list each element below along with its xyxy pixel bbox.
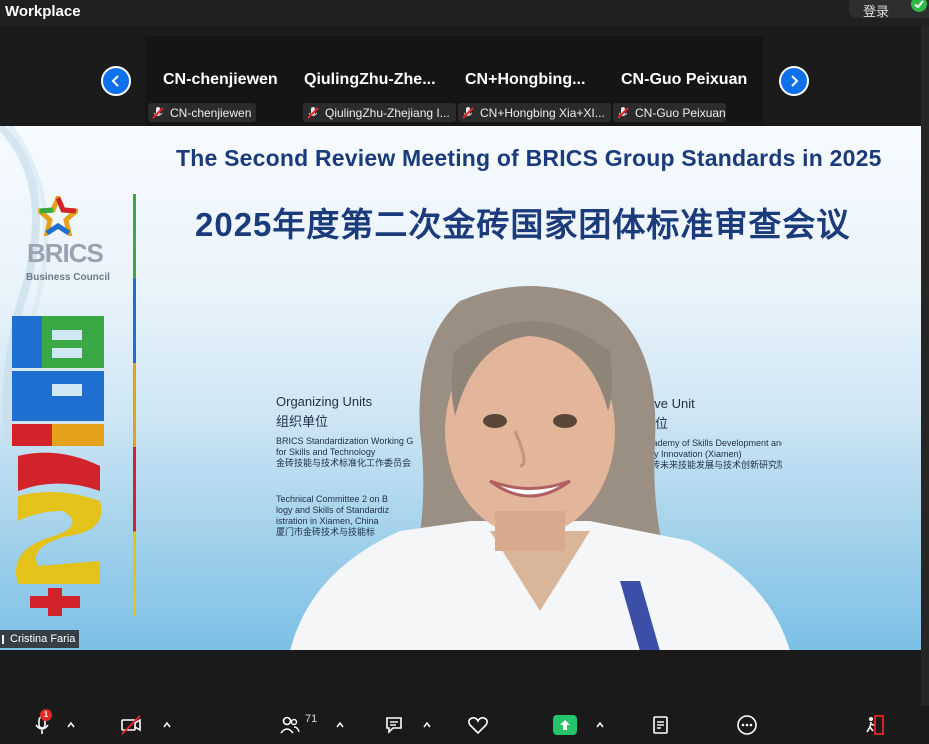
video-options-caret-icon[interactable]: [162, 720, 172, 730]
leave-door-icon: [866, 715, 884, 735]
login-label: 登录: [863, 4, 890, 19]
more-button[interactable]: [735, 706, 759, 744]
mute-alert-badge: 1: [40, 709, 52, 721]
title-bar: Workplace 登录: [0, 0, 929, 26]
chevron-right-icon: [791, 75, 799, 87]
audio-options-caret-icon[interactable]: [66, 720, 76, 730]
security-shield-icon[interactable]: [911, 0, 927, 12]
tile-label-text: QiulingZhu-Zhejiang I...: [325, 105, 450, 120]
share-arrow-up-icon: [560, 720, 570, 730]
mic-muted-icon: [462, 106, 474, 119]
start-video-button[interactable]: [118, 706, 144, 744]
leave-meeting-button[interactable]: [862, 706, 888, 744]
participants-button[interactable]: [278, 706, 302, 744]
tile-name-2[interactable]: QiulingZhu-Zhe...: [304, 71, 454, 89]
mic-muted-icon: [617, 106, 629, 119]
notes-icon: [653, 716, 668, 734]
notes-button[interactable]: [649, 706, 673, 744]
tile-name-3[interactable]: CN+Hongbing...: [465, 71, 605, 89]
heart-icon: [468, 717, 488, 735]
chat-options-caret-icon[interactable]: [422, 720, 432, 730]
audio-level-icon: [2, 634, 4, 644]
brics-plus-graphic: [12, 316, 104, 616]
participants-count: 71: [305, 713, 318, 725]
login-button[interactable]: 登录: [849, 0, 929, 19]
tile-name-1[interactable]: CN-chenjiewen: [163, 71, 288, 89]
share-screen-button[interactable]: [553, 715, 577, 735]
mic-muted-icon: [307, 106, 319, 119]
active-speaker-video[interactable]: The Second Review Meeting of BRICS Group…: [0, 126, 921, 650]
meeting-toolbar: 1 71: [0, 706, 929, 744]
reactions-button[interactable]: [466, 706, 490, 744]
participants-options-caret-icon[interactable]: [335, 720, 345, 730]
app-title: Workplace: [5, 3, 81, 20]
brics-star-logo-icon: [38, 196, 78, 236]
right-scrollbar[interactable]: [921, 26, 929, 706]
share-options-caret-icon[interactable]: [595, 720, 605, 730]
tile-label-4: CN-Guo Peixuan: [613, 103, 726, 122]
brics-logo-text: BRICS: [27, 238, 104, 268]
gallery-prev-button[interactable]: [101, 66, 131, 96]
speaker-name: Cristina Faria: [10, 633, 76, 645]
tile-label-text: CN+Hongbing Xia+XI...: [480, 105, 605, 120]
tile-label-3: CN+Hongbing Xia+XI...: [458, 103, 611, 122]
speaker-figure: [290, 286, 790, 650]
tile-label-text: CN-Guo Peixuan: [635, 105, 726, 120]
mic-muted-icon: [152, 106, 164, 119]
tile-label-2: QiulingZhu-Zhejiang I...: [303, 103, 456, 122]
tile-name-4[interactable]: CN-Guo Peixuan: [621, 71, 761, 89]
speaker-name-tag: Cristina Faria: [0, 630, 80, 648]
gallery-next-button[interactable]: [779, 66, 809, 96]
more-options-icon: [737, 715, 757, 735]
tile-label-1: CN-chenjiewen: [148, 103, 256, 122]
chevron-left-icon: [111, 75, 119, 87]
video-off-icon: [121, 715, 141, 735]
slide-title-english: The Second Review Meeting of BRICS Group…: [176, 145, 882, 171]
chat-icon: [386, 717, 402, 734]
tile-label-text: CN-chenjiewen: [170, 105, 252, 120]
color-divider-line: [133, 194, 136, 616]
slide-title-chinese: 2025年度第二次金砖国家团体标准审查会议: [195, 206, 851, 243]
chat-button[interactable]: [383, 706, 407, 744]
participants-icon: [280, 716, 300, 734]
brics-logo-subtitle: Business Council: [26, 272, 110, 283]
